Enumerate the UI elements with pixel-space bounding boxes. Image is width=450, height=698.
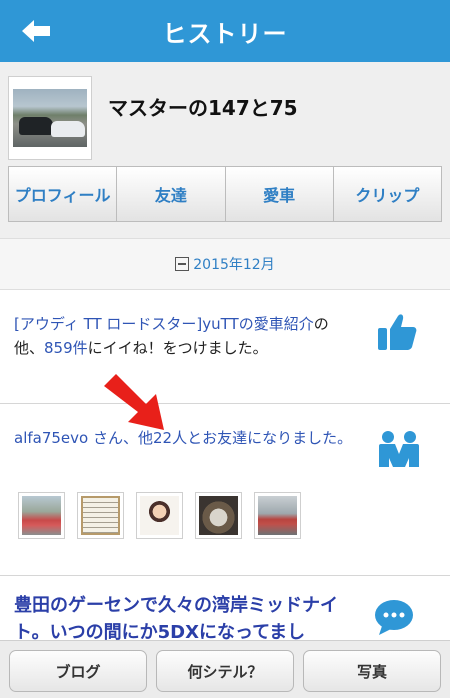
thumbs-up-icon	[376, 312, 418, 356]
friend-thumbnails	[18, 492, 301, 539]
profile-section: マスターの147と75 プロフィール 友達 愛車 クリップ	[0, 62, 450, 238]
feed-item-article[interactable]: 豊田のゲーセンで久々の湾岸ミッドナイト。いつの間にか5DXになってまし	[0, 576, 450, 643]
friend-avatar[interactable]	[195, 492, 242, 539]
article-title[interactable]: 豊田のゲーセンで久々の湾岸ミッドナイト。いつの間にか5DXになってまし	[14, 592, 354, 646]
nav-blog-button[interactable]: ブログ	[9, 650, 147, 692]
avatar[interactable]	[8, 76, 92, 160]
annotation-arrow-icon	[102, 372, 172, 434]
nav-whatdoing-button[interactable]: 何シテル？	[156, 650, 294, 692]
user-link[interactable]: alfa75evo	[14, 429, 88, 447]
bottom-nav: ブログ 何シテル？ 写真	[0, 640, 450, 698]
feed-item-friends[interactable]: alfa75evo さん、他22人とお友達になりました。	[0, 404, 450, 576]
month-header[interactable]: 2015年12月	[0, 238, 450, 290]
car-link[interactable]: [アウディ TT ロードスター]yuTTの愛車紹介	[14, 315, 314, 333]
feed-item-like[interactable]: [アウディ TT ロードスター]yuTTの愛車紹介の他、859件にイイね！をつけ…	[0, 290, 450, 404]
profile-tabs: プロフィール 友達 愛車 クリップ	[8, 166, 442, 222]
tab-friends[interactable]: 友達	[116, 166, 225, 222]
feed-text: [アウディ TT ロードスター]yuTTの愛車紹介の他、859件にイイね！をつけ…	[14, 315, 329, 357]
collapse-minus-icon[interactable]	[175, 257, 190, 271]
friend-avatar[interactable]	[136, 492, 183, 539]
friend-avatar[interactable]	[77, 492, 124, 539]
top-bar: ヒストリー	[0, 0, 450, 62]
friends-icon	[378, 430, 420, 472]
tab-cars[interactable]: 愛車	[224, 166, 333, 222]
feed-text: alfa75evo さん、他22人とお友達になりました。	[14, 429, 353, 447]
profile-name: マスターの147と75	[108, 96, 298, 120]
tab-clip[interactable]: クリップ	[332, 166, 442, 222]
like-count-link[interactable]: 859件	[44, 339, 88, 357]
nav-photo-button[interactable]: 写真	[303, 650, 441, 692]
speech-bubble-icon	[374, 598, 414, 640]
tab-profile[interactable]: プロフィール	[8, 166, 117, 222]
friend-avatar[interactable]	[18, 492, 65, 539]
month-label: 2015年12月	[193, 257, 275, 273]
friend-avatar[interactable]	[254, 492, 301, 539]
page-title: ヒストリー	[162, 20, 288, 48]
